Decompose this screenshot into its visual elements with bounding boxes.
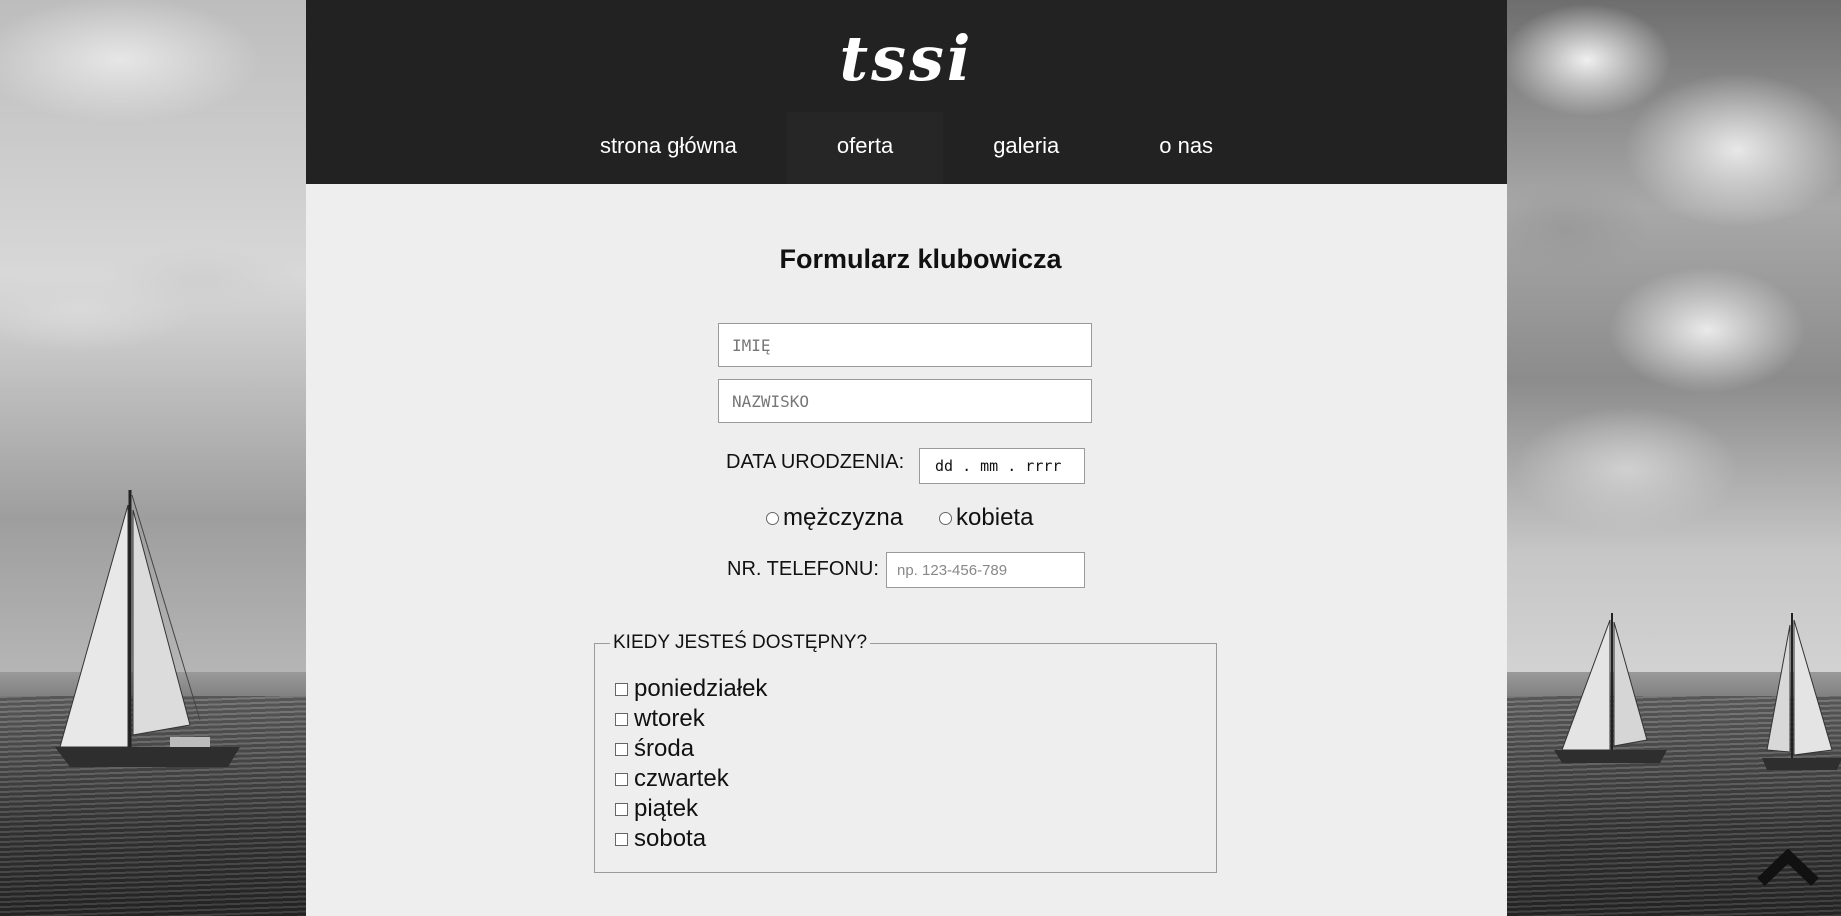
day-label: środa	[634, 735, 695, 762]
day-label: czwartek	[634, 765, 729, 792]
nav-item-about[interactable]: o nas	[1109, 112, 1263, 184]
background-left	[0, 0, 306, 916]
day-label: piątek	[634, 795, 699, 822]
nav-item-home[interactable]: strona główna	[550, 112, 787, 184]
first-name-input[interactable]	[718, 323, 1092, 367]
availability-legend: KIEDY JESTEŚ DOSTĘPNY?	[610, 632, 871, 654]
checkbox[interactable]	[615, 712, 628, 726]
nav-item-offer[interactable]: oferta	[786, 112, 944, 184]
day-label: sobota	[634, 825, 707, 852]
day-option-wednesday[interactable]: środa	[615, 734, 767, 764]
checkbox[interactable]	[615, 742, 628, 756]
sky	[1507, 0, 1841, 690]
gender-radio-group: mężczyzna kobieta	[766, 504, 1069, 532]
availability-fieldset: KIEDY JESTEŚ DOSTĘPNY? poniedziałek wtor…	[594, 632, 1217, 873]
checkbox[interactable]	[615, 772, 628, 786]
phone-label: NR. TELEFONU:	[727, 558, 879, 580]
day-option-thursday[interactable]: czwartek	[615, 764, 767, 794]
day-label: wtorek	[634, 705, 705, 732]
sailboat-image	[55, 490, 240, 767]
day-option-saturday[interactable]: sobota	[615, 824, 767, 854]
site-header: tssi strona główna oferta galeria o nas	[306, 0, 1507, 184]
radio-button[interactable]	[939, 511, 953, 525]
radio-label: mężczyzna	[783, 504, 904, 531]
gender-option-female[interactable]: kobieta	[939, 504, 1033, 532]
form-title: Formularz klubowicza	[779, 244, 1062, 274]
background-right	[1507, 0, 1841, 916]
nav-item-gallery[interactable]: galeria	[943, 112, 1109, 184]
checkbox[interactable]	[615, 682, 628, 696]
day-option-monday[interactable]: poniedziałek	[615, 674, 767, 704]
radio-button[interactable]	[766, 511, 779, 525]
dob-label: DATA URODZENIA:	[726, 451, 905, 473]
day-list: poniedziałek wtorek środa czwartek piąte…	[615, 674, 767, 854]
day-label: poniedziałek	[634, 675, 768, 702]
dob-input[interactable]: dd . mm . rrrr	[919, 448, 1085, 484]
radio-label: kobieta	[956, 504, 1034, 531]
sailboat-image	[1554, 613, 1667, 763]
day-option-tuesday[interactable]: wtorek	[615, 704, 767, 734]
main-nav: strona główna oferta galeria o nas	[306, 112, 1507, 184]
sailboat-image	[1762, 613, 1841, 770]
phone-input[interactable]	[886, 552, 1085, 588]
gender-option-male[interactable]: mężczyzna	[766, 504, 903, 532]
scroll-top-button[interactable]	[1755, 846, 1821, 886]
checkbox[interactable]	[615, 802, 628, 816]
checkbox[interactable]	[615, 832, 628, 846]
day-option-friday[interactable]: piątek	[615, 794, 767, 824]
chevron-up-icon	[1757, 848, 1819, 886]
last-name-input[interactable]	[718, 379, 1092, 423]
site-logo[interactable]: tssi	[306, 22, 1507, 95]
